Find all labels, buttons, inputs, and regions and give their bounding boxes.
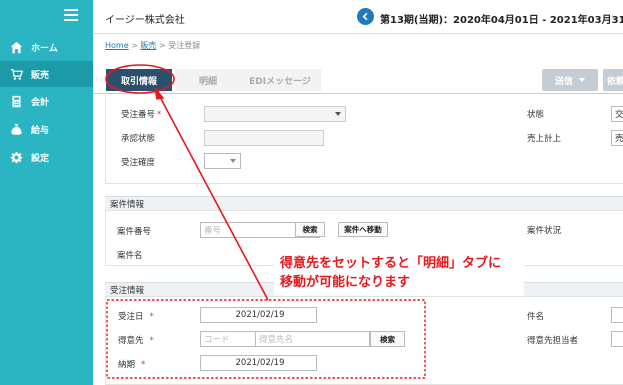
annotation-text: 得意先をセットすると「明細」タブに 移動が可能になります bbox=[280, 254, 501, 292]
chevron-down-icon bbox=[230, 159, 236, 163]
subject-input[interactable] bbox=[611, 307, 623, 323]
subject-label: 件名 bbox=[527, 312, 545, 322]
breadcrumb-current: 受注登録 bbox=[168, 41, 201, 50]
send-button[interactable]: 送信 bbox=[542, 69, 598, 91]
order-date-label: 受注日 * bbox=[118, 312, 154, 322]
money-bag-icon bbox=[9, 122, 23, 136]
fiscal-period: 第13期(当期)：2020年04月01日 - 2021年03月31日 bbox=[380, 15, 623, 26]
sidebar-item-label: 給与 bbox=[31, 125, 50, 136]
sidebar-item-accounting[interactable]: 会計 bbox=[0, 88, 93, 114]
top-header: イージー株式会社 第13期(当期)：2020年04月01日 - 2021年03月… bbox=[93, 0, 623, 34]
confirm-label: 受注確度 bbox=[121, 158, 156, 168]
chevron-down-icon bbox=[335, 112, 341, 116]
case-no-label: 案件番号 bbox=[117, 227, 152, 237]
status-select[interactable]: 交 bbox=[611, 106, 623, 122]
case-search-button[interactable]: 検索 bbox=[295, 222, 325, 237]
annotation-line-1: 得意先をセットすると「明細」タブに bbox=[280, 256, 502, 271]
customer-name-input[interactable]: 得意先名 bbox=[255, 331, 370, 347]
previous-period-button[interactable] bbox=[357, 8, 374, 25]
order-date-input[interactable]: 2021/02/19 bbox=[200, 307, 317, 323]
sidebar-item-sales[interactable]: 販売 bbox=[0, 61, 93, 87]
customer-label: 得意先 * bbox=[118, 336, 154, 346]
case-status-label: 案件状況 bbox=[527, 226, 562, 236]
breadcrumb-home[interactable]: Home bbox=[105, 41, 129, 50]
sales-post-select[interactable]: 売 bbox=[611, 130, 623, 146]
menu-icon[interactable] bbox=[64, 9, 78, 21]
delivery-date-input[interactable]: 2021/02/19 bbox=[200, 355, 317, 371]
request-button[interactable]: 依頼 bbox=[603, 69, 623, 91]
sidebar-item-label: 設定 bbox=[31, 153, 50, 164]
customer-staff-input[interactable] bbox=[611, 331, 623, 347]
order-no-select[interactable] bbox=[204, 106, 346, 122]
sidebar-item-label: 販売 bbox=[31, 70, 50, 81]
sidebar: ホーム 販売 会計 給与 設定 bbox=[0, 0, 93, 385]
status-label: 状態 bbox=[527, 110, 545, 120]
gear-icon bbox=[9, 150, 23, 164]
annotation-callout: 得意先をセットすると「明細」タブに 移動が可能になります bbox=[274, 248, 524, 296]
breadcrumb-separator: > bbox=[158, 41, 166, 50]
home-icon bbox=[9, 40, 23, 54]
calculator-icon bbox=[9, 94, 23, 108]
breadcrumb-sales[interactable]: 販売 bbox=[140, 41, 156, 50]
breadcrumb-separator: > bbox=[131, 41, 138, 50]
order-no-label: 受注番号 * bbox=[121, 110, 162, 120]
tab-bar: 取引情報 明細 EDIメッセージ 送信 依頼 bbox=[93, 66, 623, 94]
case-info-header: 案件情報 bbox=[105, 196, 623, 210]
customer-code-input[interactable]: コード bbox=[200, 331, 256, 347]
customer-staff-label: 得意先担当者 bbox=[527, 336, 579, 346]
case-name-label: 案件名 bbox=[117, 251, 143, 261]
cart-icon bbox=[9, 67, 23, 81]
sidebar-item-home[interactable]: ホーム bbox=[0, 34, 93, 60]
sidebar-item-payroll[interactable]: 給与 bbox=[0, 116, 93, 142]
breadcrumb: Home > 販売 > 受注登録 bbox=[105, 40, 200, 51]
customer-search-button[interactable]: 検索 bbox=[370, 331, 405, 347]
confirm-select[interactable] bbox=[204, 153, 241, 169]
tab-torihiki[interactable]: 取引情報 bbox=[106, 69, 172, 91]
sidebar-item-label: ホーム bbox=[31, 43, 58, 54]
tab-meisai[interactable]: 明細 bbox=[176, 69, 240, 91]
sidebar-item-label: 会計 bbox=[31, 97, 50, 108]
sales-post-label: 売上計上 bbox=[527, 134, 562, 144]
delivery-label: 納期 * bbox=[118, 360, 146, 370]
annotation-line-2: 移動が可能になります bbox=[280, 275, 411, 290]
approval-label: 承認状態 bbox=[121, 134, 156, 144]
chevron-left-icon bbox=[362, 12, 368, 21]
move-to-case-button[interactable]: 案件へ移動 bbox=[338, 222, 388, 237]
send-button-label: 送信 bbox=[554, 76, 573, 87]
company-name: イージー株式会社 bbox=[105, 15, 185, 26]
chevron-down-icon bbox=[579, 78, 585, 82]
sidebar-item-settings[interactable]: 設定 bbox=[0, 144, 93, 170]
tab-edi-message[interactable]: EDIメッセージ bbox=[239, 69, 321, 91]
approval-field bbox=[204, 130, 324, 146]
